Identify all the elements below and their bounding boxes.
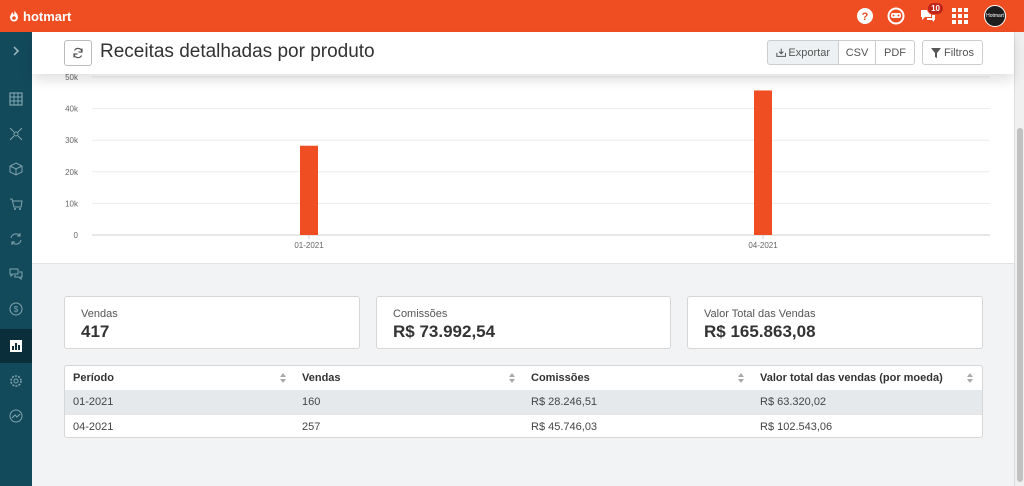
cell-total: R$ 63.320,02 — [760, 396, 827, 408]
column-header-sales[interactable]: Vendas — [302, 366, 341, 390]
sidebar-item-dashboard[interactable] — [0, 82, 32, 116]
sort-icon[interactable] — [509, 373, 515, 383]
dashboard-grid-icon — [9, 92, 23, 106]
pdf-button[interactable]: PDF — [875, 40, 915, 65]
sales-value: 417 — [81, 322, 110, 341]
cell-period: 01-2021 — [73, 396, 114, 408]
support-icon[interactable] — [887, 7, 905, 25]
column-header-period[interactable]: Período — [73, 366, 114, 390]
hotmart-logo[interactable]: hotmart — [8, 7, 71, 25]
messages-button[interactable]: 10 — [919, 2, 944, 25]
help-icon[interactable]: ? — [856, 7, 874, 25]
user-avatar[interactable]: Hotmart — [984, 5, 1006, 27]
refresh-button[interactable] — [64, 40, 92, 66]
sidebar-item-products[interactable] — [0, 152, 32, 186]
y-tick-label: 50k — [65, 74, 79, 82]
sidebar-expand[interactable] — [0, 34, 32, 68]
filters-button[interactable]: Filtros — [922, 40, 983, 65]
cell-sales: 257 — [302, 421, 321, 433]
table-header-row: Período Vendas Comissões Valor total das… — [65, 366, 982, 390]
csv-button[interactable]: CSV — [838, 40, 876, 65]
revenue-table: Período Vendas Comissões Valor total das… — [64, 365, 983, 438]
table-row[interactable]: 04-2021 257 R$ 45.746,03 R$ 102.543,06 — [65, 414, 982, 437]
csv-label: CSV — [845, 46, 869, 59]
sidebar-item-sales[interactable] — [0, 187, 32, 221]
revenue-chart: 0 10k 20k 30k 40k 50k 01-2021 04-2021 — [32, 74, 1014, 264]
page-header: Receitas detalhadas por produto Exportar… — [32, 32, 1014, 74]
column-header-commissions[interactable]: Comissões — [531, 366, 590, 390]
filter-funnel-icon — [931, 47, 942, 58]
sidebar-item-reports[interactable] — [0, 329, 32, 363]
export-button-group: Exportar CSV PDF — [767, 40, 915, 65]
y-tick-label: 10k — [65, 199, 79, 208]
export-label: Exportar — [788, 46, 830, 59]
total-sales-label: Valor Total das Vendas — [704, 308, 816, 320]
pdf-label: PDF — [884, 46, 906, 59]
bar — [754, 90, 772, 236]
chart-canvas: 0 10k 20k 30k 40k 50k 01-2021 04-2021 — [65, 74, 990, 250]
y-tick-label: 40k — [65, 105, 79, 114]
chevron-right-icon — [13, 46, 20, 56]
svg-text:$: $ — [14, 305, 19, 314]
commissions-value: R$ 73.992,54 — [393, 322, 496, 341]
cell-sales: 160 — [302, 396, 321, 408]
bar — [300, 145, 318, 235]
apps-grid-icon[interactable] — [951, 7, 969, 25]
cell-commissions: R$ 45.746,03 — [531, 421, 598, 433]
sort-icon[interactable] — [967, 373, 973, 383]
sidebar: $ — [0, 32, 32, 486]
x-tick-label: 01-2021 — [294, 241, 324, 250]
recurrence-icon — [10, 233, 22, 245]
column-header-total[interactable]: Valor total das vendas (por moeda) — [760, 366, 943, 390]
export-button[interactable]: Exportar — [767, 40, 839, 65]
export-tray-icon — [776, 48, 787, 57]
filters-label: Filtros — [944, 46, 974, 59]
total-sales-value: R$ 165.863,08 — [704, 322, 816, 341]
avatar-text: Hotmart — [986, 13, 1004, 19]
sidebar-item-affiliates[interactable] — [0, 117, 32, 151]
reports-chart-icon — [10, 340, 22, 352]
table-row[interactable]: 01-2021 160 R$ 28.246,51 R$ 63.320,02 — [65, 390, 982, 414]
sales-card: Vendas 417 — [64, 296, 360, 349]
total-sales-card: Valor Total das Vendas R$ 165.863,08 — [687, 296, 983, 349]
sidebar-item-settings[interactable] — [0, 364, 32, 398]
page-scrollbar[interactable] — [1014, 32, 1024, 486]
sidebar-item-subscriptions[interactable] — [0, 222, 32, 256]
flame-icon — [10, 9, 18, 22]
x-tick-label: 04-2021 — [748, 241, 778, 250]
scrollbar-thumb[interactable] — [1017, 128, 1023, 482]
top-bar: hotmart ? 10 Hotmart — [0, 0, 1024, 32]
cell-commissions: R$ 28.246,51 — [531, 396, 598, 408]
commissions-card: Comissões R$ 73.992,54 — [376, 296, 671, 349]
page-title: Receitas detalhadas por produto — [100, 41, 375, 62]
affiliates-network-icon — [9, 127, 23, 141]
chat-icon — [9, 268, 23, 281]
integrations-icon — [9, 409, 23, 423]
settings-gear-icon — [10, 375, 22, 387]
refresh-icon — [73, 47, 83, 59]
brand-name: hotmart — [23, 8, 72, 24]
product-box-icon — [9, 162, 23, 176]
notification-badge: 10 — [927, 2, 944, 15]
shopping-cart-icon — [10, 198, 23, 210]
sort-icon[interactable] — [738, 373, 744, 383]
sort-icon[interactable] — [280, 373, 286, 383]
commissions-label: Comissões — [393, 308, 448, 320]
y-tick-label: 20k — [65, 168, 79, 177]
y-tick-label: 0 — [74, 231, 79, 240]
sidebar-item-finance[interactable]: $ — [0, 292, 32, 326]
svg-text:?: ? — [862, 11, 869, 23]
sidebar-item-integrations[interactable] — [0, 399, 32, 433]
cell-total: R$ 102.543,06 — [760, 421, 833, 433]
dollar-coin-icon: $ — [9, 302, 23, 316]
y-tick-label: 30k — [65, 136, 79, 145]
sales-label: Vendas — [81, 308, 118, 320]
sidebar-item-communication[interactable] — [0, 257, 32, 291]
cell-period: 04-2021 — [73, 421, 114, 433]
